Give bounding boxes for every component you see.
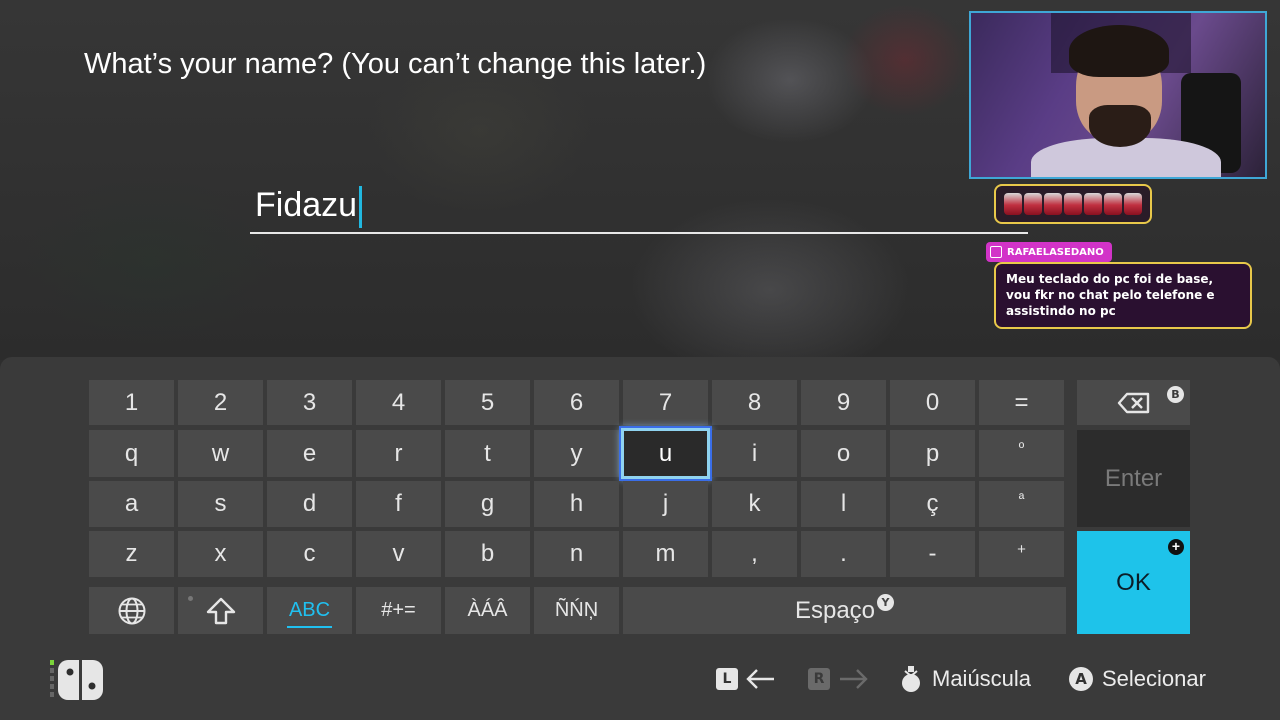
key-numbers-8[interactable]: 9	[801, 380, 886, 425]
subscriber-badge-icon	[990, 246, 1002, 258]
space-label: Espaço	[794, 596, 876, 624]
key-a-8[interactable]: l	[801, 481, 886, 527]
key-z-5[interactable]: n	[534, 531, 619, 577]
key-a-6[interactable]: j	[623, 481, 708, 527]
mode-symbols-key[interactable]: #+=	[356, 587, 441, 634]
backspace-key[interactable]: B	[1077, 380, 1190, 425]
key-a-1[interactable]: s	[178, 481, 263, 527]
emote-icon	[1064, 193, 1082, 215]
key-q-7[interactable]: i	[712, 430, 797, 477]
key-a-2[interactable]: d	[267, 481, 352, 527]
key-z-6[interactable]: m	[623, 531, 708, 577]
key-z-7[interactable]: ,	[712, 531, 797, 577]
key-numbers-6[interactable]: 7	[623, 380, 708, 425]
key-a-0[interactable]: a	[89, 481, 174, 527]
key-z-4[interactable]: b	[445, 531, 530, 577]
emote-icon	[1104, 193, 1122, 215]
chat-username: RAFAELASEDANO	[1007, 246, 1104, 258]
key-numbers-0[interactable]: 1	[89, 380, 174, 425]
emote-icon	[1044, 193, 1062, 215]
space-key[interactable]: Espaço Y	[623, 587, 1066, 634]
key-z-9[interactable]: -	[890, 531, 975, 577]
key-numbers-4[interactable]: 5	[445, 380, 530, 425]
emote-icon	[1024, 193, 1042, 215]
text-caret	[359, 186, 362, 228]
key-a-4[interactable]: g	[445, 481, 530, 527]
enter-key[interactable]: Enter	[1077, 430, 1190, 527]
shift-indicator-dot	[188, 596, 193, 601]
hint-cursor-left[interactable]: L	[716, 662, 778, 696]
page-title: What’s your name? (You can’t change this…	[84, 48, 707, 80]
key-a-9[interactable]: ç	[890, 481, 975, 527]
key-a-10[interactable]: ª	[979, 481, 1064, 527]
caps-label: Maiúscula	[932, 666, 1032, 691]
name-input[interactable]: Fidazu	[250, 180, 1028, 234]
key-q-8[interactable]: o	[801, 430, 886, 477]
key-z-2[interactable]: c	[267, 531, 352, 577]
key-z-10[interactable]: +	[979, 531, 1064, 577]
key-numbers-2[interactable]: 3	[267, 380, 352, 425]
l-button-icon: L	[716, 668, 738, 690]
mode-accents-a-key[interactable]: ÀÁÂ	[445, 587, 530, 634]
shift-key[interactable]	[178, 587, 263, 634]
key-numbers-7[interactable]: 8	[712, 380, 797, 425]
a-button-icon: A	[1069, 667, 1093, 691]
r-button-icon: R	[808, 668, 830, 690]
key-q-6[interactable]: u	[621, 428, 710, 479]
key-numbers-10[interactable]: =	[979, 380, 1064, 425]
hint-capitalize[interactable]: Maiúscula	[898, 662, 1031, 696]
key-a-3[interactable]: f	[356, 481, 441, 527]
key-a-5[interactable]: h	[534, 481, 619, 527]
b-button-icon: B	[1167, 386, 1184, 403]
key-q-0[interactable]: q	[89, 430, 174, 477]
language-key[interactable]	[89, 587, 174, 634]
mode-abc-key[interactable]: ABC	[267, 587, 352, 634]
active-mode-underline	[287, 626, 332, 628]
key-numbers-5[interactable]: 6	[534, 380, 619, 425]
key-numbers-9[interactable]: 0	[890, 380, 975, 425]
left-stick-press-icon	[902, 666, 920, 692]
key-q-2[interactable]: e	[267, 430, 352, 477]
key-q-9[interactable]: p	[890, 430, 975, 477]
emote-icon	[1124, 193, 1142, 215]
key-numbers-3[interactable]: 4	[356, 380, 441, 425]
emote-icon	[1004, 193, 1022, 215]
name-input-value: Fidazu	[255, 186, 358, 224]
ok-button[interactable]: OK +	[1077, 531, 1190, 634]
key-q-3[interactable]: r	[356, 430, 441, 477]
hint-select[interactable]: A Selecionar	[1069, 662, 1206, 696]
key-numbers-1[interactable]: 2	[178, 380, 263, 425]
mode-abc-label: ABC	[288, 599, 331, 621]
key-z-1[interactable]: x	[178, 531, 263, 577]
globe-icon	[118, 597, 145, 624]
left-arrow-icon	[746, 669, 774, 689]
key-q-5[interactable]: y	[534, 430, 619, 477]
chat-emote-message	[994, 184, 1152, 224]
right-arrow-icon	[840, 669, 868, 689]
webcam-overlay	[969, 11, 1267, 179]
backspace-icon	[1117, 392, 1149, 413]
joycon-controller-icon	[50, 658, 110, 702]
key-a-7[interactable]: k	[712, 481, 797, 527]
key-q-4[interactable]: t	[445, 430, 530, 477]
key-z-3[interactable]: v	[356, 531, 441, 577]
key-q-1[interactable]: w	[178, 430, 263, 477]
key-z-0[interactable]: z	[89, 531, 174, 577]
hint-cursor-right: R	[808, 662, 870, 696]
chat-username-tag: RAFAELASEDANO	[986, 242, 1112, 262]
chat-message: Meu teclado do pc foi de base, vou fkr n…	[994, 262, 1252, 329]
key-z-8[interactable]: .	[801, 531, 886, 577]
select-label: Selecionar	[1102, 666, 1206, 691]
plus-button-icon: +	[1168, 539, 1184, 555]
ok-label: OK	[1116, 568, 1151, 596]
y-button-icon: Y	[877, 594, 895, 611]
key-q-10[interactable]: º	[979, 430, 1064, 477]
mode-accents-n-key[interactable]: ÑŃŅ	[534, 587, 619, 634]
shift-arrow-icon	[206, 597, 235, 624]
emote-icon	[1084, 193, 1102, 215]
